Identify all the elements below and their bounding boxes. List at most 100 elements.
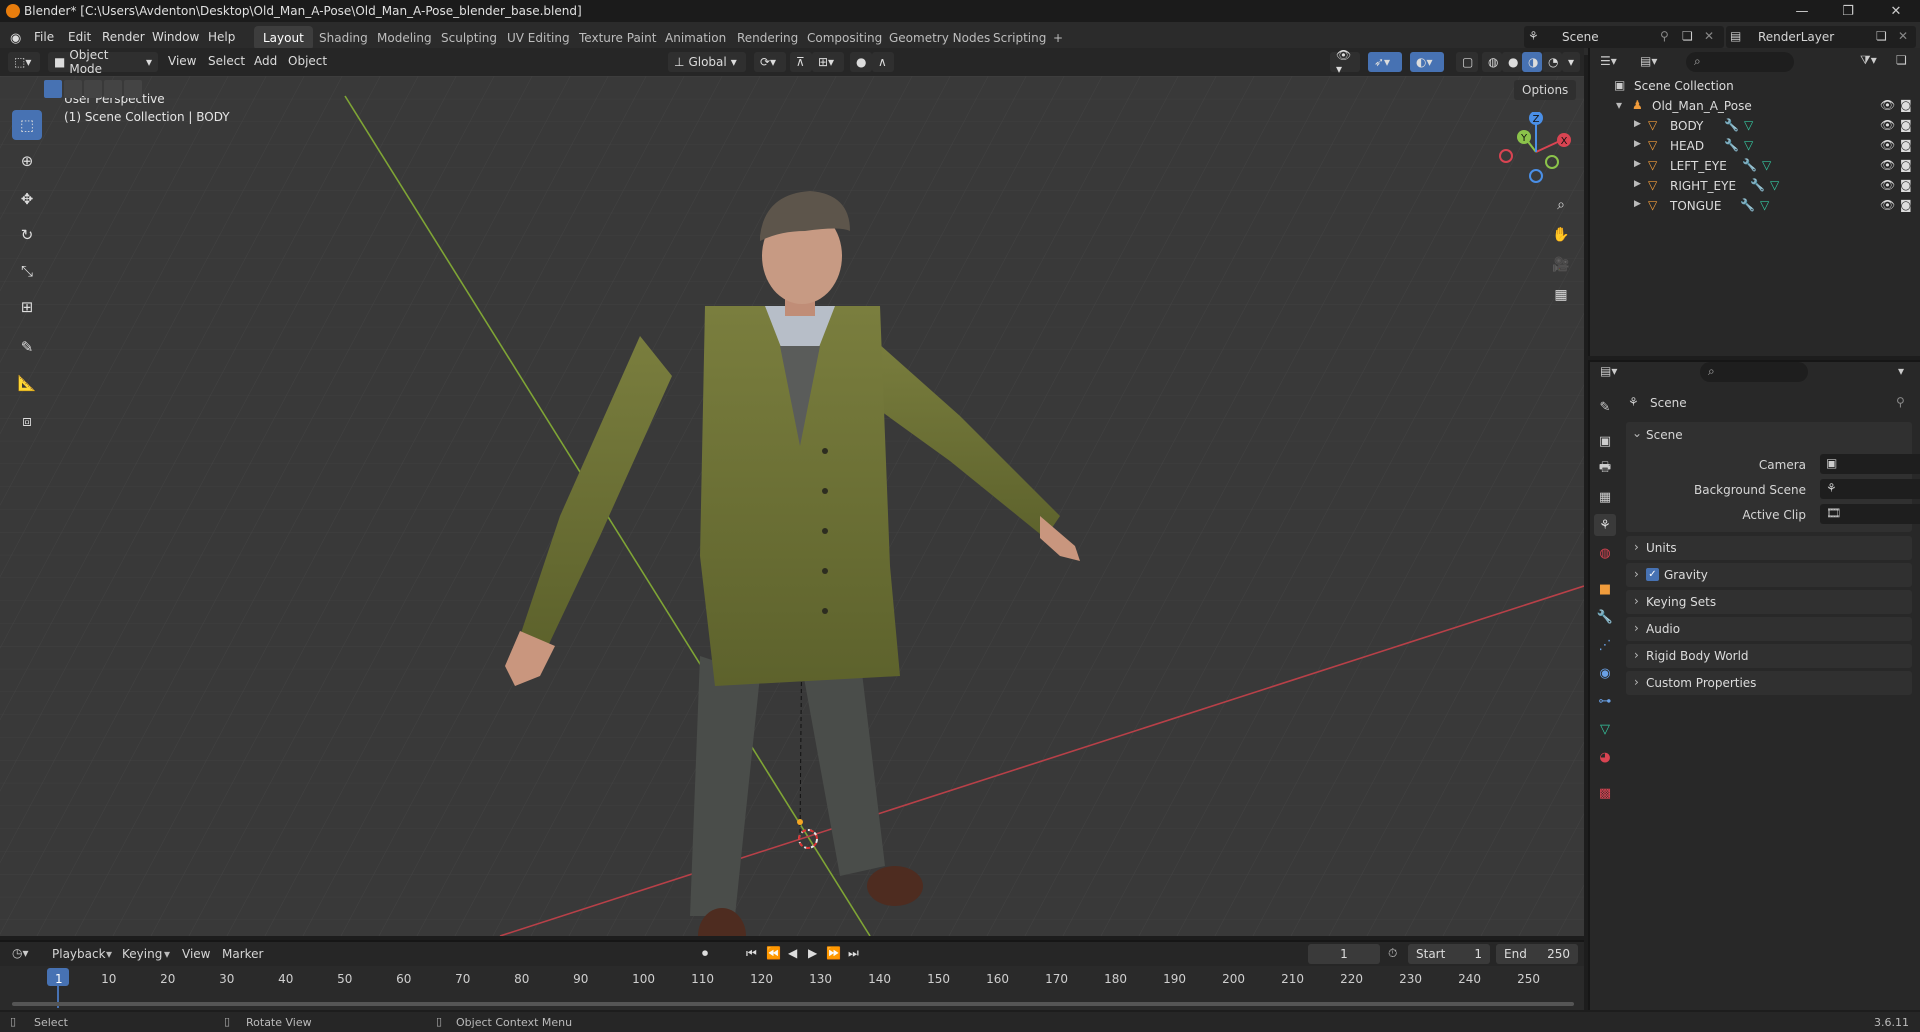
maximize-button[interactable]: ❐ xyxy=(1826,0,1870,22)
shading-rendered-button[interactable]: ◔ xyxy=(1542,52,1562,72)
tab-compositing[interactable]: Compositing xyxy=(798,26,891,50)
renderlayer-selector[interactable]: ▤ RenderLayer ❏ ✕ xyxy=(1726,26,1916,48)
particles-tab-icon[interactable]: ⋰ xyxy=(1594,634,1616,656)
expand-arrow-icon[interactable]: ▶ xyxy=(1634,119,1641,129)
navigation-gizmo[interactable]: X Y Z xyxy=(1496,112,1576,192)
transform-orientation-selector[interactable]: ⊥ Global ▾ xyxy=(668,52,746,72)
tab-modeling[interactable]: Modeling xyxy=(368,26,441,50)
select-extend-icon[interactable] xyxy=(64,80,82,98)
new-collection-icon[interactable]: ❏ xyxy=(1896,53,1907,67)
timeline-scrollbar[interactable] xyxy=(12,1002,1574,1006)
shading-options-button[interactable]: ▾ xyxy=(1562,52,1580,72)
audio-panel[interactable]: › Audio xyxy=(1626,617,1912,641)
render-tab-icon[interactable]: ▣ xyxy=(1594,430,1616,452)
scene-tab-icon[interactable]: ⚘ xyxy=(1594,514,1616,536)
output-tab-icon[interactable]: 🖶 xyxy=(1594,458,1616,480)
select-box-tool-icon[interactable]: ⬚ xyxy=(12,110,42,140)
custom-properties-panel[interactable]: › Custom Properties xyxy=(1626,671,1912,695)
pivot-point-button[interactable]: ⟳▾ xyxy=(754,52,786,72)
end-frame-field[interactable]: End 250 xyxy=(1496,944,1578,964)
rigid-body-world-panel[interactable]: › Rigid Body World xyxy=(1626,644,1912,668)
section-title[interactable]: Scene xyxy=(1646,428,1683,442)
physics-tab-icon[interactable]: ◉ xyxy=(1594,662,1616,684)
material-tab-icon[interactable]: ◕ xyxy=(1594,746,1616,768)
timeline-menu-keying[interactable]: Keying xyxy=(122,947,162,961)
units-panel[interactable]: › Units xyxy=(1626,536,1912,560)
display-mode-icon[interactable]: ▤▾ xyxy=(1640,54,1657,68)
gravity-checkbox[interactable]: ✓ xyxy=(1646,568,1659,581)
scale-tool-icon[interactable]: ⤡ xyxy=(12,256,42,286)
expand-arrow-icon[interactable]: ▶ xyxy=(1634,159,1641,169)
outliner-editor-type-icon[interactable]: ☰▾ xyxy=(1600,54,1617,68)
background-scene-field[interactable]: ⚘ xyxy=(1820,479,1920,499)
cursor-tool-icon[interactable]: ⊕ xyxy=(12,146,42,176)
annotate-tool-icon[interactable]: ✎ xyxy=(12,332,42,362)
tab-layout[interactable]: Layout xyxy=(254,26,313,50)
select-new-icon[interactable] xyxy=(44,80,62,98)
shading-wireframe-button[interactable]: ◍ xyxy=(1482,52,1502,72)
scene-selector[interactable]: ⚘ Scene ⚲ ❏ ✕ xyxy=(1524,26,1724,48)
next-keyframe-icon[interactable]: ⏩ xyxy=(826,946,841,960)
snap-toggle[interactable]: ⊼ xyxy=(790,52,812,72)
viewport-menu-select[interactable]: Select xyxy=(208,54,245,68)
jump-start-icon[interactable]: ⏮ xyxy=(746,946,757,961)
falloff-button[interactable]: ∧ xyxy=(872,52,894,72)
pin-icon[interactable]: ⚲ xyxy=(1896,395,1905,409)
outliner-row-left-eye[interactable]: ▶ ▽ LEFT_EYE 🔧 ▽ 👁 ◙ xyxy=(1590,156,1920,176)
mode-selector[interactable]: ■ Object Mode ▾ xyxy=(48,48,158,76)
expand-arrow-icon[interactable]: ▾ xyxy=(1616,98,1622,112)
options-button[interactable]: Options xyxy=(1514,80,1577,100)
minimize-button[interactable]: — xyxy=(1780,0,1824,22)
play-icon[interactable]: ▶ xyxy=(808,946,817,960)
outliner-search-input[interactable]: ⌕ xyxy=(1686,52,1794,72)
xray-toggle[interactable]: ▢ xyxy=(1456,52,1478,72)
outliner-row-body[interactable]: ▶ ▽ BODY 🔧 ▽ 👁 ◙ xyxy=(1590,116,1920,136)
menu-render[interactable]: Render xyxy=(102,30,145,44)
select-invert-icon[interactable] xyxy=(104,80,122,98)
outliner-row-right-eye[interactable]: ▶ ▽ RIGHT_EYE 🔧 ▽ 👁 ◙ xyxy=(1590,176,1920,196)
eye-icon[interactable]: 👁 xyxy=(1880,158,1895,172)
editor-type-button[interactable]: ⬚▾ xyxy=(8,52,40,72)
visibility-selector[interactable]: 👁▾ xyxy=(1330,48,1360,76)
render-camera-icon[interactable]: ◙ xyxy=(1900,138,1912,152)
3d-viewport[interactable]: User Perspective (1) Scene Collection | … xyxy=(0,76,1584,936)
expand-arrow-icon[interactable]: ▶ xyxy=(1634,139,1641,149)
timeline-menu-marker[interactable]: Marker xyxy=(222,947,263,961)
outliner-row-head[interactable]: ▶ ▽ HEAD 🔧 ▽ 👁 ◙ xyxy=(1590,136,1920,156)
prev-keyframe-icon[interactable]: ⏪ xyxy=(766,946,781,960)
snap-target-button[interactable]: ⊞▾ xyxy=(812,52,844,72)
expand-arrow-icon[interactable]: ▶ xyxy=(1634,179,1641,189)
add-workspace-button[interactable]: + xyxy=(1044,26,1072,50)
close-button[interactable]: ✕ xyxy=(1874,0,1918,22)
camera-field[interactable]: ▣ ✒ xyxy=(1820,454,1920,474)
menu-window[interactable]: Window xyxy=(152,30,199,44)
camera-view-icon[interactable]: 🎥 xyxy=(1548,252,1574,278)
delete-scene-icon[interactable]: ✕ xyxy=(1704,29,1714,43)
gizmo-toggle[interactable]: ➶▾ xyxy=(1368,52,1402,72)
menu-edit[interactable]: Edit xyxy=(68,30,91,44)
eye-icon[interactable]: 👁 xyxy=(1880,138,1895,152)
tab-geometry-nodes[interactable]: Geometry Nodes xyxy=(880,26,999,50)
render-camera-icon[interactable]: ◙ xyxy=(1900,198,1912,212)
shading-solid-button[interactable]: ● xyxy=(1502,52,1522,72)
rotate-tool-icon[interactable]: ↻ xyxy=(12,220,42,250)
view-layer-tab-icon[interactable]: ▦ xyxy=(1594,486,1616,508)
active-clip-field[interactable]: 🎞 xyxy=(1820,504,1920,524)
object-tab-icon[interactable]: ■ xyxy=(1594,578,1616,600)
zoom-icon[interactable]: ⌕ xyxy=(1548,192,1574,218)
eye-icon[interactable]: 👁 xyxy=(1880,198,1895,212)
render-camera-icon[interactable]: ◙ xyxy=(1900,178,1912,192)
jump-end-icon[interactable]: ⏭ xyxy=(848,946,859,961)
tool-tab-icon[interactable]: ✎ xyxy=(1594,396,1616,418)
outliner-row-collection[interactable]: ▾ ♟ Old_Man_A_Pose 👁 ◙ xyxy=(1590,96,1920,116)
proportional-edit-toggle[interactable]: ● xyxy=(850,52,872,72)
render-camera-icon[interactable]: ◙ xyxy=(1900,118,1912,132)
timeline-menu-playback[interactable]: Playback xyxy=(52,947,106,961)
transform-tool-icon[interactable]: ⊞ xyxy=(12,292,42,322)
tab-animation[interactable]: Animation xyxy=(656,26,735,50)
select-intersect-icon[interactable] xyxy=(124,80,142,98)
play-reverse-icon[interactable]: ◀ xyxy=(788,946,797,960)
pin-icon[interactable]: ⚲ xyxy=(1660,29,1669,43)
keying-sets-panel[interactable]: › Keying Sets xyxy=(1626,590,1912,614)
data-tab-icon[interactable]: ▽ xyxy=(1594,718,1616,740)
